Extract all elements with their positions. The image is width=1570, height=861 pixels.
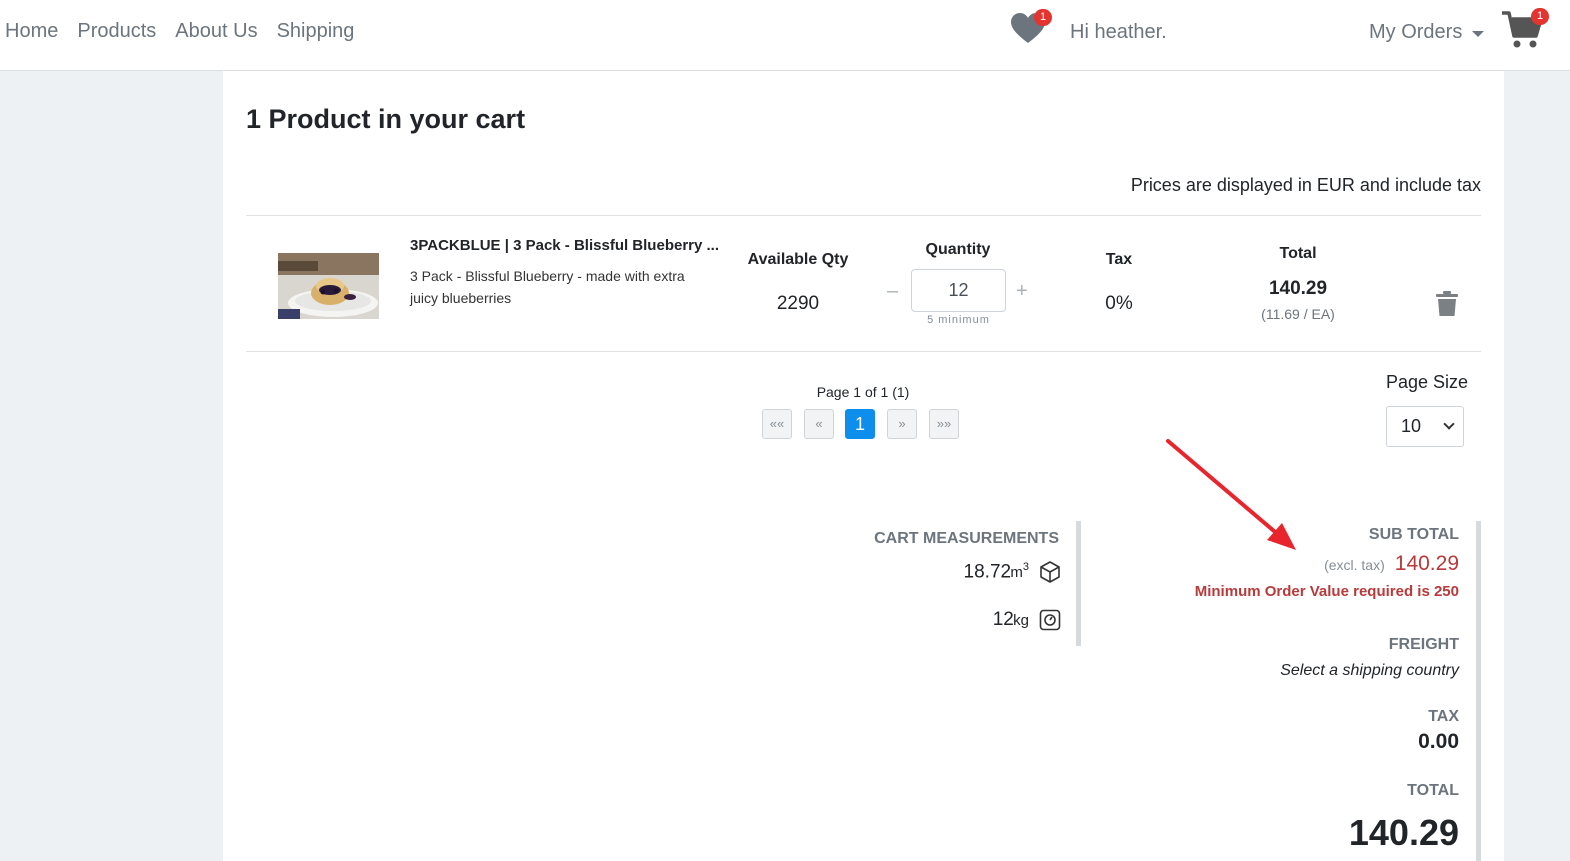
measurements-title: CART MEASUREMENTS bbox=[874, 530, 1059, 547]
available-qty-header: Available Qty bbox=[747, 251, 849, 268]
divider bbox=[246, 351, 1481, 352]
nav-about-us[interactable]: About Us bbox=[175, 20, 257, 43]
chevron-down-icon bbox=[1443, 418, 1455, 430]
next-page-button[interactable]: » bbox=[887, 409, 917, 439]
quantity-input[interactable] bbox=[911, 269, 1006, 312]
nav-home[interactable]: Home bbox=[5, 20, 58, 43]
divider bbox=[246, 215, 1481, 216]
cart-count-badge: 1 bbox=[1531, 8, 1549, 25]
unit-price: (11.69 / EA) bbox=[1261, 306, 1335, 322]
product-title-link[interactable]: 3PACKBLUE | 3 Pack - Blissful Blueberry … bbox=[410, 237, 720, 254]
tax-display-note: Prices are displayed in EUR and include … bbox=[1130, 175, 1481, 195]
freight-label: FREIGHT bbox=[1388, 636, 1459, 653]
cart-measurements: CART MEASUREMENTS 18.72 m3 12 kg bbox=[783, 521, 1081, 646]
weight-unit: kg bbox=[1013, 612, 1029, 629]
grand-total-label: TOTAL bbox=[1407, 782, 1459, 799]
subtotal-label: SUB TOTAL bbox=[1368, 526, 1459, 543]
top-navbar: Home Products About Us Shipping 1 Hi hea… bbox=[0, 0, 1570, 71]
prev-page-button[interactable]: « bbox=[804, 409, 834, 439]
tax-header: Tax bbox=[1105, 251, 1133, 268]
volume-value: 18.72 bbox=[963, 561, 1012, 583]
my-orders-dropdown[interactable]: My Orders bbox=[1369, 21, 1485, 44]
volume-exponent: 3 bbox=[1022, 561, 1029, 573]
order-totals: SUB TOTAL (excl. tax) 140.29 Minimum Orde… bbox=[1123, 521, 1481, 861]
caret-down-icon bbox=[1472, 30, 1485, 37]
volume-row: 18.72 m3 bbox=[964, 561, 1061, 583]
quantity-decrement-button[interactable]: – bbox=[887, 280, 898, 303]
tax-total-label: TAX bbox=[1428, 708, 1459, 725]
subtotal-row: (excl. tax) 140.29 bbox=[1324, 552, 1459, 576]
page-size-label: Page Size bbox=[1386, 372, 1469, 392]
weight-row: 12 kg bbox=[993, 609, 1061, 631]
grand-total-value: 140.29 bbox=[1348, 812, 1459, 853]
nav-products[interactable]: Products bbox=[77, 20, 156, 43]
last-page-button[interactable]: »» bbox=[929, 409, 959, 439]
excl-tax-note: (excl. tax) bbox=[1324, 557, 1385, 573]
quantity-increment-button[interactable]: + bbox=[1016, 280, 1028, 303]
min-order-warning: Minimum Order Value required is 250 bbox=[1194, 583, 1459, 600]
available-qty-value: 2290 bbox=[776, 293, 820, 314]
scale-icon bbox=[1039, 609, 1061, 631]
page-size-value: 10 bbox=[1401, 416, 1422, 436]
tax-total-value: 0.00 bbox=[1418, 730, 1459, 753]
pagination-info: Page 1 of 1 (1) bbox=[816, 384, 910, 400]
weight-value: 12 bbox=[992, 609, 1014, 630]
page-1-button[interactable]: 1 bbox=[845, 409, 875, 439]
cube-icon bbox=[1040, 561, 1060, 583]
wishlist-button[interactable]: 1 bbox=[1010, 9, 1052, 46]
user-greeting: Hi heather. bbox=[1070, 21, 1167, 43]
product-thumbnail[interactable] bbox=[278, 253, 379, 319]
wishlist-count-badge: 1 bbox=[1034, 9, 1052, 26]
cart-button[interactable]: 1 bbox=[1502, 8, 1549, 50]
my-orders-label: My Orders bbox=[1369, 21, 1463, 43]
quantity-minimum-note: 5 minimum bbox=[927, 314, 990, 326]
page-size-select[interactable]: 10 bbox=[1386, 406, 1464, 447]
total-header: Total bbox=[1279, 245, 1317, 262]
tax-value: 0% bbox=[1105, 293, 1133, 314]
nav-shipping[interactable]: Shipping bbox=[277, 20, 355, 43]
nav-links: Home Products About Us Shipping bbox=[5, 20, 373, 43]
trash-icon bbox=[1436, 291, 1458, 316]
remove-item-button[interactable] bbox=[1436, 291, 1458, 317]
quantity-header: Quantity bbox=[925, 241, 991, 258]
freight-note: Select a shipping country bbox=[1280, 662, 1459, 679]
line-total: 140.29 bbox=[1268, 278, 1328, 299]
page-title: 1 Product in your cart bbox=[246, 104, 526, 134]
cart-panel: 1 Product in your cart Prices are displa… bbox=[223, 71, 1504, 861]
product-description: 3 Pack - Blissful Blueberry - made with … bbox=[410, 268, 685, 306]
subtotal-value: 140.29 bbox=[1394, 552, 1459, 575]
first-page-button[interactable]: «« bbox=[762, 409, 792, 439]
volume-unit: m bbox=[1010, 564, 1023, 582]
